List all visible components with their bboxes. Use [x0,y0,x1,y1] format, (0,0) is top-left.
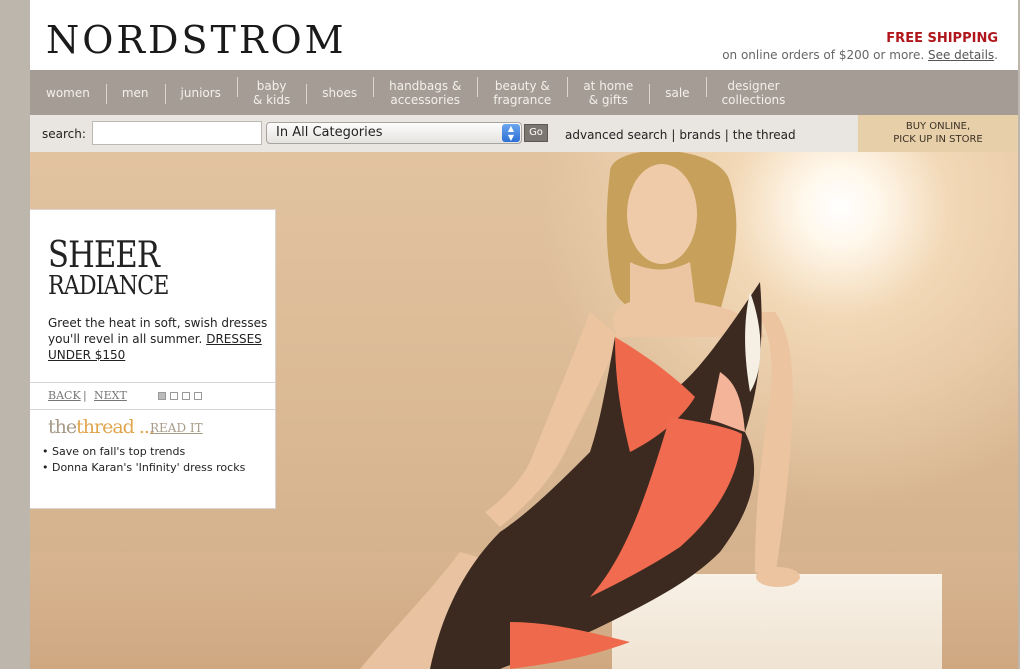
advanced-search-link[interactable]: advanced search [565,128,667,142]
promo-title: SHEER [48,235,160,276]
main-navigation: women men juniors baby & kids shoes handb… [30,70,1018,115]
nav-label-line2: collections [721,92,786,107]
nav-label-line2: & gifts [588,92,628,107]
buy-online-pickup-promo[interactable]: BUY ONLINE, PICK UP IN STORE [858,115,1018,152]
nav-label-line2: & kids [252,92,291,107]
header: NORDSTROM FREE SHIPPING on online orders… [30,0,1018,70]
slide-grid-icon[interactable] [194,392,202,400]
nav-designer-collections[interactable]: designer collections [705,76,802,107]
nav-label: women [46,85,90,100]
search-links: advanced search | brands | the thread [565,128,796,142]
nav-label: baby [256,78,287,93]
thread-item[interactable]: • Save on fall's top trends [42,444,245,460]
read-it-link[interactable]: READ IT [150,421,203,435]
category-select[interactable]: In All Categories ▲ ▼ [266,122,522,144]
thread-list: • Save on fall's top trends • Donna Kara… [42,444,245,476]
nav-label-line2: accessories [390,92,461,107]
back-link[interactable]: BACK [48,389,81,402]
brands-link[interactable]: brands [679,128,720,142]
link-separator: | [724,128,729,142]
store-promo-line1: BUY ONLINE, [905,121,971,132]
hero-banner[interactable]: SHEER RADIANCE Greet the heat in soft, s… [30,152,1018,669]
thread-logo-part1: the [48,416,77,438]
the-thread-link[interactable]: the thread [733,128,796,142]
nav-men[interactable]: men [105,83,165,104]
nav-label: designer [727,78,780,93]
nav-at-home-gifts[interactable]: at home & gifts [567,76,649,107]
thread-item[interactable]: • Donna Karan's 'Infinity' dress rocks [42,460,245,476]
search-input[interactable] [92,121,262,145]
nav-juniors[interactable]: juniors [164,83,237,104]
nordstrom-logo[interactable]: NORDSTROM [46,18,347,62]
nav-label: shoes [322,85,358,100]
nav-beauty-fragrance[interactable]: beauty & fragrance [477,76,567,107]
nav-label: men [121,85,149,100]
shipping-note-text: on online orders of $200 or more. [722,48,925,62]
nav-label: at home [583,78,634,93]
slide-dot-1[interactable] [158,392,166,400]
nav-handbags-accessories[interactable]: handbags & accessories [373,76,477,107]
nav-label-line2: fragrance [493,92,552,107]
next-link[interactable]: NEXT [94,389,127,402]
nav-label: juniors [180,85,221,100]
see-details-link[interactable]: See details [928,48,994,62]
the-thread-logo[interactable]: thethread ... [48,416,155,438]
nav-baby-kids[interactable]: baby & kids [236,76,306,107]
search-bar: search: In All Categories ▲ ▼ Go advanced… [30,115,1018,153]
nav-label: sale [665,85,690,100]
nav-label: beauty & [494,78,550,93]
promo-description: Greet the heat in soft, swish dresses yo… [48,315,270,363]
store-promo-line2: PICK UP IN STORE [893,134,983,145]
category-select-value: In All Categories [276,125,383,140]
nav-separator: | [83,389,87,402]
promo-panel: SHEER RADIANCE Greet the heat in soft, s… [30,209,276,509]
go-button[interactable]: Go [524,124,548,142]
thread-logo-part2: thread [76,416,135,438]
free-shipping-title: FREE SHIPPING [886,31,998,46]
select-arrows-icon: ▲ ▼ [502,124,520,142]
link-separator: | [671,128,676,142]
shipping-note: on online orders of $200 or more. See de… [722,48,998,62]
promo-subtitle: RADIANCE [48,271,169,301]
search-label: search: [42,127,86,141]
page: NORDSTROM FREE SHIPPING on online orders… [30,0,1018,669]
nav-label: handbags & [389,78,462,93]
nav-sale[interactable]: sale [649,83,705,104]
promo-slide-nav: BACK | NEXT [30,382,276,410]
slide-dot-2[interactable] [170,392,178,400]
slide-dot-3[interactable] [182,392,190,400]
nav-women[interactable]: women [30,86,106,100]
nav-shoes[interactable]: shoes [306,83,373,104]
